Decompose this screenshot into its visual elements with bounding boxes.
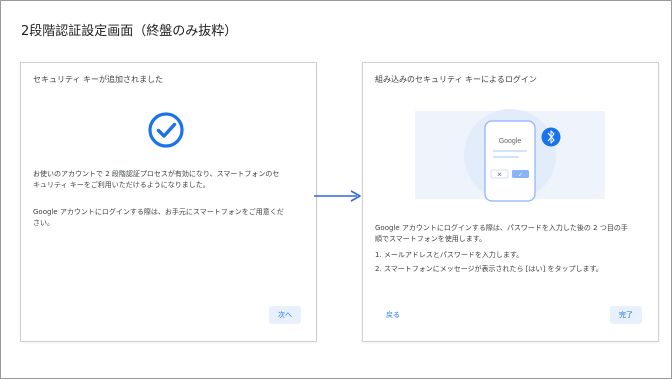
dialog-note: Google アカウントにログインする際は、お手元にスマートフォンをご用意くだ … — [33, 207, 313, 229]
step-item: 1. メールアドレスとパスワードを入力します。 — [375, 251, 524, 259]
page-title: 2段階認証設定画面（終盤のみ抜粋） — [21, 24, 238, 39]
dialog-title: 組み込みのセキュリティ キーによるログイン — [375, 75, 537, 84]
body-line: 順でスマートフォンを使用します。 — [375, 235, 487, 243]
svg-text:✕: ✕ — [497, 171, 502, 178]
next-button[interactable]: 次へ — [269, 306, 301, 324]
bluetooth-icon — [541, 127, 561, 147]
note-line: さい。 — [33, 219, 54, 227]
cancel-icon: ✕ — [490, 169, 509, 179]
google-logo: Google — [499, 138, 522, 145]
builtin-security-key-login-dialog: 組み込みのセキュリティ キーによるログイン Google ✕ ✓ Google … — [362, 62, 659, 342]
phone-illustration: Google ✕ ✓ — [415, 109, 605, 202]
dialog-body: お使いのアカウントで 2 段階認証プロセスが有効になり、スマートフォンのセ キュ… — [33, 169, 313, 191]
body-line: キュリティ キーをご利用いただけるようになりました。 — [33, 181, 210, 189]
confirm-icon: ✓ — [512, 170, 529, 178]
svg-text:✓: ✓ — [518, 171, 523, 178]
check-circle-icon — [148, 112, 184, 148]
note-line: Google アカウントにログインする際は、お手元にスマートフォンをご用意くだ — [33, 208, 284, 216]
body-line: Google アカウントにログインする際は、パスワードを入力した後の 2 つ目の… — [375, 224, 628, 232]
back-button[interactable]: 戻る — [377, 306, 409, 324]
security-key-added-dialog: セキュリティ キーが追加されました お使いのアカウントで 2 段階認証プロセスが… — [20, 62, 317, 342]
dialog-body: Google アカウントにログインする際は、パスワードを入力した後の 2 つ目の… — [375, 223, 655, 245]
step-item: 2. スマートフォンにメッセージが表示されたら [はい] をタップします。 — [375, 265, 603, 273]
arrow-right-icon — [314, 190, 361, 202]
done-button[interactable]: 完了 — [610, 306, 642, 324]
dialog-title: セキュリティ キーが追加されました — [33, 75, 164, 84]
steps-list: 1. メールアドレスとパスワードを入力します。 2. スマートフォンにメッセージ… — [375, 250, 655, 275]
body-line: お使いのアカウントで 2 段階認証プロセスが有効になり、スマートフォンのセ — [33, 170, 280, 178]
